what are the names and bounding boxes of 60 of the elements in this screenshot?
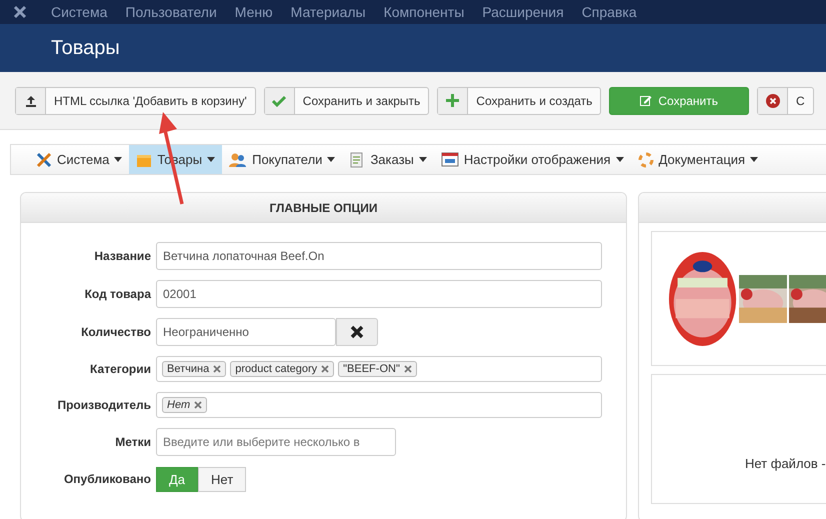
page-title: Товары — [51, 36, 120, 60]
toolbar-button[interactable]: Сохранить и закрыть — [264, 86, 430, 114]
plus-icon — [446, 94, 460, 107]
tag-label: Нет — [167, 399, 190, 411]
remove-icon[interactable] — [321, 365, 330, 373]
panel-title: ГЛАВНЫЕ ОПЦИИ — [270, 200, 378, 214]
submenu-tab[interactable]: Заказы — [342, 145, 434, 174]
caret-icon — [327, 157, 336, 162]
menu-item[interactable]: Расширения — [473, 4, 573, 20]
menu-item[interactable]: Система — [42, 4, 116, 20]
logo-icon — [12, 4, 28, 20]
field-label: Код товара — [84, 287, 151, 301]
close-icon — [350, 325, 364, 339]
caret-icon — [750, 157, 758, 162]
tag-field[interactable]: Ветчина product category "BEEF-ON" — [156, 356, 602, 382]
text-field[interactable]: 02001 — [156, 280, 602, 308]
document-icon — [349, 152, 366, 168]
tag-field[interactable]: Нет — [156, 392, 602, 418]
clear-button[interactable] — [336, 318, 378, 346]
tags-input-field[interactable]: Введите или выберите несколько в — [156, 428, 396, 456]
no-files-text: Нет файлов - — [745, 456, 826, 471]
remove-icon[interactable] — [194, 401, 202, 409]
caret-icon — [114, 157, 122, 162]
submenu-tab[interactable]: Документация — [630, 145, 766, 174]
tools-icon — [36, 152, 52, 168]
tag-label: Ветчина — [167, 363, 210, 375]
check-icon — [272, 94, 286, 106]
toolbar-button[interactable]: С — [757, 86, 814, 114]
menu-item[interactable]: Меню — [226, 4, 282, 20]
caret-icon — [616, 157, 624, 162]
toggle-option[interactable]: Нет — [198, 466, 246, 492]
users-icon — [229, 152, 248, 168]
field-label: Количество — [80, 325, 151, 339]
lifebuoy-icon — [638, 152, 654, 168]
caret-icon — [418, 157, 427, 162]
field-label: Категории — [89, 362, 151, 376]
toolbar-button[interactable]: Сохранить и создать — [437, 86, 602, 114]
close-icon — [766, 94, 780, 108]
remove-icon[interactable] — [404, 365, 412, 373]
menu-item[interactable]: Материалы — [282, 4, 375, 20]
field-label: Производитель — [56, 398, 151, 412]
toolbar-button[interactable]: HTML ссылка 'Добавить в корзину' — [15, 86, 256, 114]
field-label: Опубликовано — [62, 472, 151, 486]
field-label: Название — [93, 249, 151, 263]
submenu-tab[interactable]: Настройки отображения — [434, 145, 631, 174]
submenu-tab[interactable]: Покупатели — [222, 145, 342, 174]
menu-item[interactable]: Справка — [572, 4, 646, 20]
text-field[interactable]: Ветчина лопаточная Beef.On — [156, 242, 602, 270]
tag-label: product category — [235, 363, 318, 375]
quantity-field[interactable]: Неограниченно — [156, 318, 336, 346]
menu-item[interactable]: Компоненты — [374, 4, 474, 20]
caret-icon — [207, 157, 216, 162]
upload-icon — [24, 94, 36, 106]
edit-icon — [640, 94, 652, 106]
tag-label: "BEEF-ON" — [343, 363, 400, 375]
field-label: Метки — [114, 435, 151, 449]
menu-item[interactable]: Пользователи — [116, 4, 226, 20]
remove-icon[interactable] — [213, 365, 222, 373]
window-icon — [440, 152, 459, 167]
submenu-tab[interactable]: Система — [29, 145, 130, 174]
